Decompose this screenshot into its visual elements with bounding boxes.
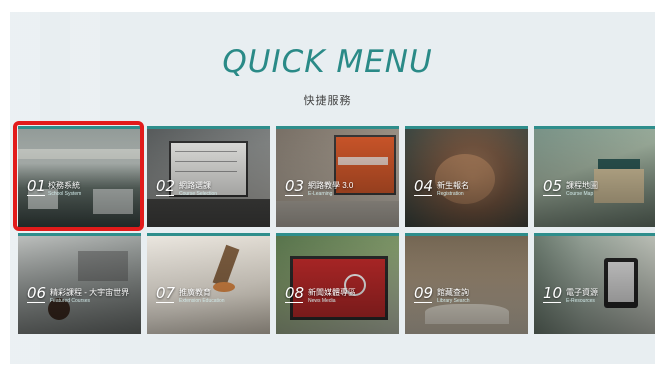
quick-menu-tile-02[interactable]: 02 網路選課 Course Selection [147,126,270,227]
tile-subtext: Course Selection [179,191,218,197]
tile-underline [414,195,432,196]
tile-underline [27,195,45,196]
tile-subtext: Extension Education [179,298,225,304]
quick-menu-tile-03[interactable]: 03 網路教學 3.0 E-Learning [276,126,399,227]
quick-menu-tile-05[interactable]: 05 課程地圖 Course Map [534,126,655,227]
tile-label: 校務系統 [48,181,80,190]
tile-number: 09 [414,284,434,302]
tile-subtext: E-Resources [566,298,595,304]
tile-number: 07 [156,284,176,302]
tile-number: 02 [156,177,176,195]
tile-subtext: Featured Courses [50,298,91,304]
tile-subtext: School System [48,191,82,197]
tile-subtext: Registration [437,191,464,197]
tile-number: 01 [27,177,47,195]
tile-label: 網路選課 [179,181,211,190]
tile-number: 05 [543,177,563,195]
tile-label: 推廣教育 [179,288,211,297]
page-title: QUICK MENU [222,44,433,80]
quick-menu-tile-08[interactable]: 08 新聞媒體專區 News Media [276,233,399,334]
tile-subtext: E-Learning [308,191,333,197]
tile-underline [156,302,174,303]
tile-label: 電子資源 [566,288,598,297]
tile-subtext: News Media [308,298,336,304]
quick-menu-tile-01[interactable]: 01 校務系統 School System [18,126,141,227]
quick-menu-tile-10[interactable]: 10 電子資源 E-Resources [534,233,655,334]
tile-label: 新聞媒體專區 [308,288,356,297]
tile-underline [285,302,303,303]
tile-label: 精彩課程 - 大宇宙世界 [50,288,130,297]
tile-number: 06 [27,284,47,302]
tile-number: 10 [543,284,563,302]
tile-number: 03 [285,177,305,195]
tile-number: 08 [285,284,305,302]
tile-subtext: Library Search [437,298,470,304]
tile-subtext: Course Map [566,191,594,197]
tile-label: 網路教學 3.0 [308,181,354,190]
page-subtitle: 快捷服務 [303,95,352,107]
tile-label: 館藏查詢 [437,288,469,297]
tile-underline [414,302,432,303]
quick-menu-tile-07[interactable]: 07 推廣教育 Extension Education [147,233,270,334]
tile-label: 新生報名 [437,181,469,190]
tile-number: 04 [414,177,434,195]
tile-underline [156,195,174,196]
tile-underline [27,302,45,303]
quick-menu-tile-04[interactable]: 04 新生報名 Registration [405,126,528,227]
tile-underline [543,195,561,196]
tile-underline [285,195,303,196]
quick-menu-tile-06[interactable]: 06 精彩課程 - 大宇宙世界 Featured Courses [18,233,141,334]
tile-label: 課程地圖 [566,181,598,190]
tile-underline [543,302,561,303]
quick-menu-tile-09[interactable]: 09 館藏查詢 Library Search [405,233,528,334]
